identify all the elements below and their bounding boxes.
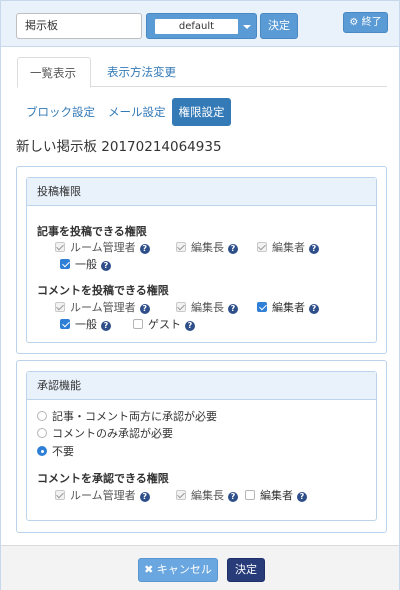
block-header: 掲示板 default 決定 ⚙ 終了 — [1, 1, 399, 47]
option-label: 編集長 — [191, 301, 224, 314]
approval-radio-comment-only[interactable]: コメントのみ承認が必要 — [37, 427, 173, 441]
checkbox[interactable] — [257, 302, 267, 312]
setting-tabs: 一覧表示 表示方法変更 — [17, 57, 387, 88]
gear-icon: ⚙ — [349, 17, 359, 28]
approval-radio-both[interactable]: 記事・コメント両方に承認が必要 — [37, 410, 217, 424]
approval-wrapper: 承認機能 記事・コメント両方に承認が必要 コメントのみ承認が必要 不要 コメント… — [16, 360, 387, 533]
article-perm-general[interactable]: 一般? — [60, 258, 111, 272]
chevron-down-icon — [243, 25, 251, 29]
approval-perm-chief-editor[interactable]: 編集長? — [176, 489, 238, 503]
approval-perm-editor[interactable]: 編集者? — [245, 489, 307, 503]
article-perm-chief-editor[interactable]: 編集長? — [176, 241, 238, 255]
radio-button[interactable] — [37, 428, 47, 438]
block-title-input[interactable]: 掲示板 — [16, 13, 142, 39]
option-label: ゲスト — [148, 318, 181, 331]
decide-button[interactable]: 決定 — [227, 558, 265, 582]
comment-approval-label: コメントを承認できる権限 — [37, 472, 169, 485]
comment-perm-chief-editor[interactable]: 編集長? — [176, 301, 238, 315]
checkbox[interactable] — [55, 242, 65, 252]
help-icon[interactable]: ? — [101, 321, 111, 331]
help-icon[interactable]: ? — [309, 304, 319, 314]
option-label: 編集長 — [191, 489, 224, 502]
block-settings-frame: 掲示板 default 決定 ⚙ 終了 一覧表示 表示方法変更 ブロック設定 メ… — [0, 0, 400, 590]
help-icon[interactable]: ? — [101, 261, 111, 271]
end-label: 終了 — [361, 17, 382, 28]
tab-list-view[interactable]: 一覧表示 — [17, 57, 91, 88]
radio-button[interactable] — [37, 446, 47, 456]
option-label: 不要 — [52, 445, 74, 458]
option-label: 記事・コメント両方に承認が必要 — [52, 410, 217, 423]
article-perm-room-manager[interactable]: ルーム管理者? — [55, 241, 150, 255]
comment-perm-editor[interactable]: 編集者? — [257, 301, 319, 315]
article-perm-editor[interactable]: 編集者? — [257, 241, 319, 255]
help-icon[interactable]: ? — [185, 321, 195, 331]
checkbox[interactable] — [176, 302, 186, 312]
radio-button[interactable] — [37, 411, 47, 421]
post-permission-wrapper: 投稿権限 記事を投稿できる権限 ルーム管理者? 編集長? 編集者? 一般? コメ… — [16, 166, 387, 354]
help-icon[interactable]: ? — [297, 492, 307, 502]
checkbox[interactable] — [257, 242, 267, 252]
pill-permission-settings[interactable]: 権限設定 — [172, 98, 231, 126]
article-permission-label: 記事を投稿できる権限 — [37, 225, 147, 238]
frame-style-value: default — [155, 19, 238, 34]
option-label: ルーム管理者 — [70, 301, 136, 314]
checkbox[interactable] — [55, 490, 65, 500]
option-label: 一般 — [75, 318, 97, 331]
page-title: 新しい掲示板 20170214064935 — [16, 139, 222, 155]
pill-block-settings[interactable]: ブロック設定 — [16, 98, 105, 126]
option-label: 一般 — [75, 258, 97, 271]
option-label: 編集長 — [191, 241, 224, 254]
option-label: 編集者 — [260, 489, 293, 502]
option-label: ルーム管理者 — [70, 489, 136, 502]
checkbox[interactable] — [55, 302, 65, 312]
approval-radio-none[interactable]: 不要 — [37, 445, 74, 459]
checkbox[interactable] — [60, 259, 70, 269]
form-footer: ✖ キャンセル 決定 — [1, 545, 399, 590]
checkbox[interactable] — [176, 490, 186, 500]
post-permission-panel: 投稿権限 記事を投稿できる権限 ルーム管理者? 編集長? 編集者? 一般? コメ… — [26, 177, 377, 343]
end-button[interactable]: ⚙ 終了 — [343, 12, 388, 33]
comment-perm-guest[interactable]: ゲスト? — [133, 318, 195, 332]
frame-style-select[interactable]: default — [146, 13, 257, 39]
help-icon[interactable]: ? — [228, 304, 238, 314]
option-label: コメントのみ承認が必要 — [52, 427, 173, 440]
option-label: 編集者 — [272, 241, 305, 254]
option-label: 編集者 — [272, 301, 305, 314]
pill-mail-settings[interactable]: メール設定 — [98, 98, 176, 126]
checkbox[interactable] — [133, 319, 143, 329]
approval-panel: 承認機能 記事・コメント両方に承認が必要 コメントのみ承認が必要 不要 コメント… — [26, 371, 377, 521]
checkbox[interactable] — [60, 319, 70, 329]
panel-heading: 投稿権限 — [27, 178, 376, 206]
help-icon[interactable]: ? — [139, 492, 150, 502]
help-icon[interactable]: ? — [309, 244, 319, 254]
approval-perm-room-manager[interactable]: ルーム管理者? — [55, 489, 150, 503]
help-icon[interactable]: ? — [139, 304, 150, 314]
help-icon[interactable]: ? — [228, 492, 238, 502]
help-icon[interactable]: ? — [228, 244, 238, 254]
header-decide-button[interactable]: 決定 — [260, 13, 298, 39]
comment-perm-general[interactable]: 一般? — [60, 318, 111, 332]
comment-permission-label: コメントを投稿できる権限 — [37, 284, 169, 297]
comment-perm-room-manager[interactable]: ルーム管理者? — [55, 301, 150, 315]
panel-heading: 承認機能 — [27, 372, 376, 400]
option-label: ルーム管理者 — [70, 241, 136, 254]
tab-display-change[interactable]: 表示方法変更 — [95, 57, 188, 88]
cancel-label: キャンセル — [156, 563, 212, 576]
cancel-button[interactable]: ✖ キャンセル — [138, 558, 218, 582]
help-icon[interactable]: ? — [139, 244, 150, 254]
checkbox[interactable] — [176, 242, 186, 252]
checkbox[interactable] — [245, 490, 255, 500]
close-icon: ✖ — [144, 563, 154, 576]
